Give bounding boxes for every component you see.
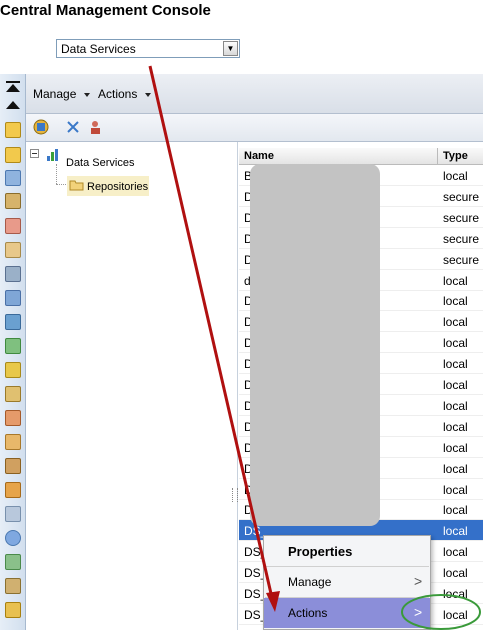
cell-type: secure <box>443 189 480 204</box>
cell-type: secure <box>443 231 480 246</box>
collapse-node-icon[interactable] <box>30 149 39 158</box>
cell-type: local <box>443 566 468 581</box>
cell-type: local <box>443 398 468 413</box>
applications-icon[interactable] <box>5 434 21 450</box>
cell-type: local <box>443 545 468 560</box>
cell-type: local <box>443 419 468 434</box>
cell-type: local <box>443 294 468 309</box>
users-groups-icon[interactable] <box>5 218 21 234</box>
collapse-bar-icon <box>6 81 20 83</box>
authentication-icon[interactable] <box>5 482 21 498</box>
menu-item-properties[interactable]: Properties <box>264 536 430 566</box>
cell-type: local <box>443 357 468 372</box>
user-security-icon[interactable] <box>88 119 104 135</box>
tree-connector <box>56 164 58 184</box>
context-menu: Properties Manage > Actions > <box>263 535 431 630</box>
navigation-tree: Data Services Repositories <box>26 142 238 630</box>
inbox-icon[interactable] <box>5 242 21 258</box>
personal-folders-icon[interactable] <box>5 147 21 163</box>
cell-type: local <box>443 440 468 455</box>
tree-node-label: Repositories <box>87 181 149 193</box>
licenses-icon[interactable] <box>5 578 21 594</box>
column-header-type[interactable]: Type <box>443 150 468 162</box>
universes-icon[interactable] <box>5 290 21 306</box>
product-select[interactable]: Data Services ▼ <box>56 39 240 58</box>
tree-node-repositories[interactable]: Repositories <box>67 176 149 196</box>
cell-type: local <box>443 587 468 601</box>
cell-type: local <box>443 336 468 351</box>
menu-item-label: Manage <box>288 575 332 589</box>
cell-type: local <box>443 169 468 183</box>
new-repository-icon[interactable] <box>33 119 49 135</box>
replication-icon[interactable] <box>5 338 21 354</box>
delete-icon[interactable] <box>65 119 81 135</box>
calendar-icon[interactable] <box>5 362 21 378</box>
cryptographic-keys-icon[interactable] <box>5 602 21 618</box>
list-header: Name Type <box>239 148 483 165</box>
left-rail <box>0 74 26 630</box>
cell-type: local <box>443 503 468 518</box>
submenu-arrow-icon: > <box>414 604 423 620</box>
personal-categories-icon[interactable] <box>5 193 21 209</box>
menu-item-actions[interactable]: Actions > <box>264 598 430 628</box>
cell-type: local <box>443 273 468 288</box>
manage-menu-label: Manage <box>33 87 77 101</box>
cell-type: local <box>443 524 468 539</box>
cell-type: local <box>443 607 468 622</box>
redaction-overlay <box>250 164 380 526</box>
info-icon[interactable] <box>5 530 21 546</box>
menu-item-label: Actions <box>288 606 328 620</box>
actions-menu-label: Actions <box>98 87 138 101</box>
cell-type: secure <box>443 252 480 267</box>
events-icon[interactable] <box>5 386 21 402</box>
tree-node-data-services[interactable]: Data Services <box>66 157 134 169</box>
monitoring-icon[interactable] <box>5 554 21 570</box>
submenu-arrow-icon: > <box>414 573 423 589</box>
access-levels-icon[interactable] <box>5 410 21 426</box>
cell-type: local <box>443 461 468 476</box>
tree-connector <box>56 184 66 186</box>
cell-type: local <box>443 482 468 497</box>
actions-menu[interactable]: Actions <box>98 87 152 101</box>
scroll-up-icon[interactable] <box>6 101 20 109</box>
federation-icon[interactable] <box>5 458 21 474</box>
icon-toolbar <box>26 114 483 142</box>
splitter-handle[interactable] <box>232 488 238 502</box>
product-select-value: Data Services <box>61 42 136 56</box>
chevron-down-icon[interactable]: ▼ <box>223 41 238 56</box>
caret-down-icon <box>145 92 152 97</box>
cell-type: local <box>443 378 468 392</box>
menu-item-label: Properties <box>288 544 353 559</box>
cell-type: local <box>443 315 468 330</box>
settings-icon[interactable] <box>5 506 21 522</box>
folders-icon[interactable] <box>5 122 21 138</box>
scroll-top-icon[interactable] <box>6 84 20 92</box>
folder-open-icon <box>69 180 84 191</box>
manage-menu[interactable]: Manage <box>33 87 91 101</box>
menu-item-manage[interactable]: Manage > <box>264 567 430 597</box>
cell-type: secure <box>443 210 480 225</box>
data-services-icon <box>47 149 58 161</box>
connections-icon[interactable] <box>5 314 21 330</box>
servers-icon[interactable] <box>5 266 21 282</box>
page-title: Central Management Console <box>0 2 211 19</box>
column-header-name[interactable]: Name <box>244 150 274 162</box>
menu-bar: Manage Actions <box>26 74 483 114</box>
categories-icon[interactable] <box>5 170 21 186</box>
caret-down-icon <box>84 92 91 97</box>
column-separator[interactable] <box>437 148 438 164</box>
